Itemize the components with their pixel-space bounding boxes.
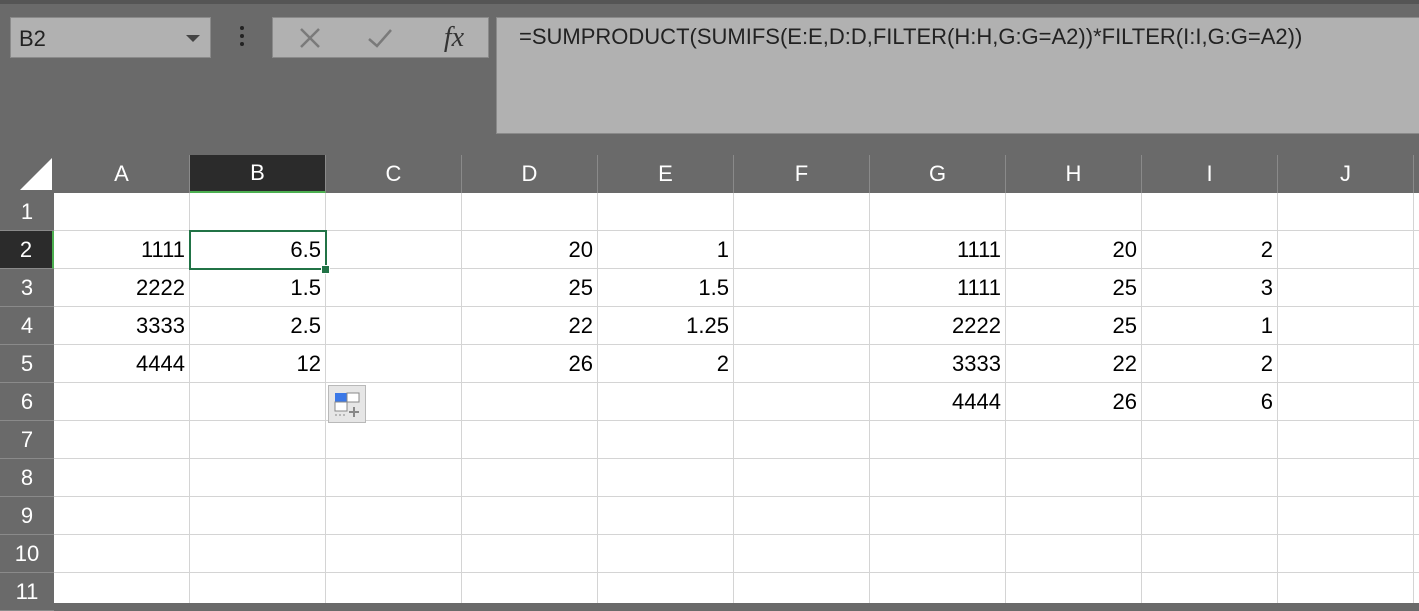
column-header-g[interactable]: G bbox=[870, 155, 1006, 193]
cell-h2[interactable]: 20 bbox=[1006, 231, 1141, 269]
paste-options-icon bbox=[334, 392, 360, 417]
column-header-a[interactable]: A bbox=[54, 155, 190, 193]
cell-i5[interactable]: 2 bbox=[1142, 345, 1277, 383]
cell-i2[interactable]: 2 bbox=[1142, 231, 1277, 269]
cell-h4[interactable]: 25 bbox=[1006, 307, 1141, 345]
cell-e3[interactable]: 1.5 bbox=[598, 269, 733, 307]
formula-buttons: fx bbox=[272, 17, 489, 58]
row-header-1[interactable]: 1 bbox=[0, 193, 54, 231]
select-all-button[interactable] bbox=[0, 155, 54, 193]
cell-h5[interactable]: 22 bbox=[1006, 345, 1141, 383]
cell-e5[interactable]: 2 bbox=[598, 345, 733, 383]
enter-button[interactable] bbox=[357, 18, 403, 57]
cell-g5[interactable]: 3333 bbox=[870, 345, 1005, 383]
cell-a5[interactable]: 4444 bbox=[54, 345, 189, 383]
x-icon bbox=[300, 27, 320, 48]
cell-a3[interactable]: 2222 bbox=[54, 269, 189, 307]
name-box[interactable]: B2 bbox=[10, 17, 211, 58]
row-header-8[interactable]: 8 bbox=[0, 459, 54, 497]
row-header-6[interactable]: 6 bbox=[0, 383, 54, 421]
cell-h6[interactable]: 26 bbox=[1006, 383, 1141, 421]
cell-i6[interactable]: 6 bbox=[1142, 383, 1277, 421]
fill-handle[interactable] bbox=[321, 265, 330, 274]
column-header-b[interactable]: B bbox=[190, 155, 326, 193]
cell-g6[interactable]: 4444 bbox=[870, 383, 1005, 421]
chevron-down-icon[interactable] bbox=[186, 35, 200, 42]
cell-b4[interactable]: 2.5 bbox=[190, 307, 325, 345]
check-icon bbox=[368, 28, 392, 48]
more-options-icon[interactable] bbox=[238, 26, 246, 50]
row-header-2[interactable]: 2 bbox=[0, 231, 54, 269]
cell-d3[interactable]: 25 bbox=[462, 269, 597, 307]
cell-d5[interactable]: 26 bbox=[462, 345, 597, 383]
spreadsheet-grid: A B C D E F G H I J 1 2 3 4 5 6 7 8 9 10… bbox=[0, 155, 1419, 611]
title-strip bbox=[0, 0, 1419, 4]
cell-b5[interactable]: 12 bbox=[190, 345, 325, 383]
row-header-10[interactable]: 10 bbox=[0, 535, 54, 573]
cell-g4[interactable]: 2222 bbox=[870, 307, 1005, 345]
cell-d2[interactable]: 20 bbox=[462, 231, 597, 269]
cell-b3[interactable]: 1.5 bbox=[190, 269, 325, 307]
cell-g2[interactable]: 1111 bbox=[870, 231, 1005, 269]
cancel-button[interactable] bbox=[287, 18, 333, 57]
column-header-e[interactable]: E bbox=[598, 155, 734, 193]
fx-icon: fx bbox=[443, 21, 465, 53]
cell-i4[interactable]: 1 bbox=[1142, 307, 1277, 345]
row-header-7[interactable]: 7 bbox=[0, 421, 54, 459]
formula-text: =SUMPRODUCT(SUMIFS(E:E,D:D,FILTER(H:H,G:… bbox=[519, 24, 1303, 49]
cell-a2[interactable]: 1111 bbox=[54, 231, 189, 269]
cell-d4[interactable]: 22 bbox=[462, 307, 597, 345]
cell-area[interactable]: 1111 2222 3333 4444 6.5 1.5 2.5 12 20 25… bbox=[54, 193, 1419, 603]
cell-h3[interactable]: 25 bbox=[1006, 269, 1141, 307]
cell-e4[interactable]: 1.25 bbox=[598, 307, 733, 345]
column-header-j[interactable]: J bbox=[1278, 155, 1414, 193]
cell-a4[interactable]: 3333 bbox=[54, 307, 189, 345]
row-header-4[interactable]: 4 bbox=[0, 307, 54, 345]
paste-options-button[interactable] bbox=[328, 385, 366, 423]
name-box-value: B2 bbox=[19, 26, 46, 51]
row-header-9[interactable]: 9 bbox=[0, 497, 54, 535]
column-header-h[interactable]: H bbox=[1006, 155, 1142, 193]
row-header-11[interactable]: 11 bbox=[0, 573, 54, 611]
column-header-f[interactable]: F bbox=[734, 155, 870, 193]
row-header-5[interactable]: 5 bbox=[0, 345, 54, 383]
formula-bar[interactable]: =SUMPRODUCT(SUMIFS(E:E,D:D,FILTER(H:H,G:… bbox=[496, 17, 1419, 134]
column-header-d[interactable]: D bbox=[462, 155, 598, 193]
column-header-c[interactable]: C bbox=[326, 155, 462, 193]
row-header-3[interactable]: 3 bbox=[0, 269, 54, 307]
cell-g3[interactable]: 1111 bbox=[870, 269, 1005, 307]
column-header-i[interactable]: I bbox=[1142, 155, 1278, 193]
insert-function-button[interactable]: fx bbox=[429, 18, 479, 57]
cell-e2[interactable]: 1 bbox=[598, 231, 733, 269]
active-cell-border bbox=[189, 230, 327, 270]
cell-i3[interactable]: 3 bbox=[1142, 269, 1277, 307]
